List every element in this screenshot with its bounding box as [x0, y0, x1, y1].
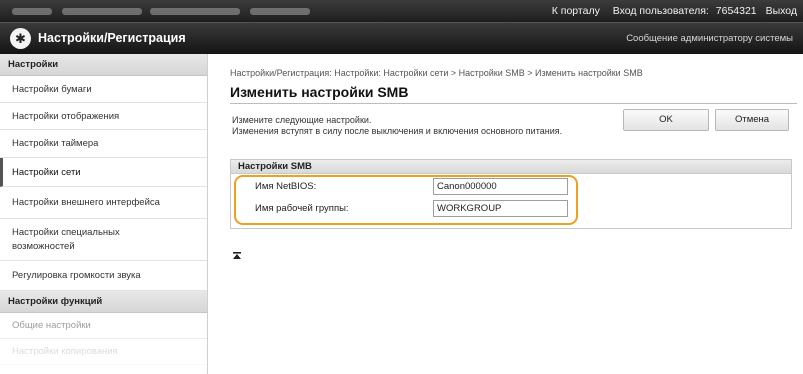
app-header: ✱ Настройки/Регистрация Сообщение админи… [0, 22, 803, 54]
workgroup-row: Имя рабочей группы: [231, 198, 791, 220]
sidebar-item-display[interactable]: Настройки отображения [0, 103, 207, 130]
sidebar-item-label: Настройки бумаги [12, 83, 92, 95]
sidebar-item-paper[interactable]: Настройки бумаги [0, 76, 207, 103]
sidebar-item-network[interactable]: Настройки сети [0, 158, 207, 187]
sidebar-item-label: Регулировка громкости звука [12, 270, 141, 281]
sidebar-item-label: Общие настройки [12, 320, 91, 331]
sidebar-item-label: Настройки сети [12, 166, 81, 178]
top-link-bar: К порталу Вход пользователя: 7654321 Вых… [0, 0, 803, 22]
app-title: Настройки/Регистрация [38, 31, 186, 45]
panel-title: Настройки SMB [231, 160, 791, 174]
sidebar-item-volume[interactable]: Регулировка громкости звука [0, 261, 207, 291]
login-label: Вход пользователя: [612, 5, 709, 17]
sidebar-item-accessibility[interactable]: Настройки специальных возможностей [0, 219, 207, 261]
sidebar: Настройки Настройки бумаги Настройки ото… [0, 54, 208, 374]
sidebar-item-label: Настройки специальных возможностей [12, 226, 120, 252]
sidebar-item-label: Настройки таймера [12, 138, 99, 149]
canon-emblem-icon: ✱ [10, 28, 31, 49]
blurred-text [150, 8, 240, 15]
netbios-input[interactable] [433, 178, 568, 195]
sidebar-item-label: Настройки копирования [12, 346, 118, 357]
sidebar-section-settings: Настройки [0, 54, 207, 76]
description: Измените следующие настройки. Изменения … [232, 115, 612, 136]
description-text: Измените следующие настройки. Изменения … [232, 115, 563, 136]
portal-link[interactable]: К порталу [552, 5, 600, 17]
top-links: К порталу Вход пользователя: 7654321 Вых… [542, 5, 797, 17]
sidebar-item-label: Настройки внешнего интерфейса [12, 197, 160, 208]
sidebar-section-functions: Настройки функций [0, 291, 207, 313]
sidebar-item-copy[interactable]: Настройки копирования [0, 339, 207, 365]
sidebar-item-external-interface[interactable]: Настройки внешнего интерфейса [0, 187, 207, 219]
sidebar-item-label: Настройки отображения [12, 110, 120, 122]
ok-button[interactable]: OK [623, 109, 709, 131]
smb-settings-panel: Настройки SMB Имя NetBIOS: Имя рабочей г… [230, 159, 792, 229]
page-title: Изменить настройки SMB [230, 84, 409, 100]
blurred-text [12, 8, 52, 15]
netbios-row: Имя NetBIOS: [231, 176, 791, 198]
logout-link[interactable]: Выход [766, 5, 797, 17]
workgroup-label: Имя рабочей группы: [255, 203, 349, 214]
user-id: 7654321 [715, 5, 757, 17]
page: К порталу Вход пользователя: 7654321 Вых… [0, 0, 803, 374]
title-divider [230, 103, 797, 104]
breadcrumb: Настройки/Регистрация: Настройки: Настро… [230, 68, 643, 78]
main-content: Настройки/Регистрация: Настройки: Настро… [220, 54, 803, 374]
back-to-top-icon[interactable] [232, 251, 242, 261]
admin-message-link[interactable]: Сообщение администратору системы [626, 33, 793, 44]
sidebar-item-common[interactable]: Общие настройки [0, 313, 207, 339]
workgroup-input[interactable] [433, 200, 568, 217]
blurred-text [62, 8, 142, 15]
sidebar-item-timer[interactable]: Настройки таймера [0, 130, 207, 158]
netbios-label: Имя NetBIOS: [255, 181, 317, 192]
cancel-button[interactable]: Отмена [715, 109, 789, 131]
blurred-text [250, 8, 310, 15]
